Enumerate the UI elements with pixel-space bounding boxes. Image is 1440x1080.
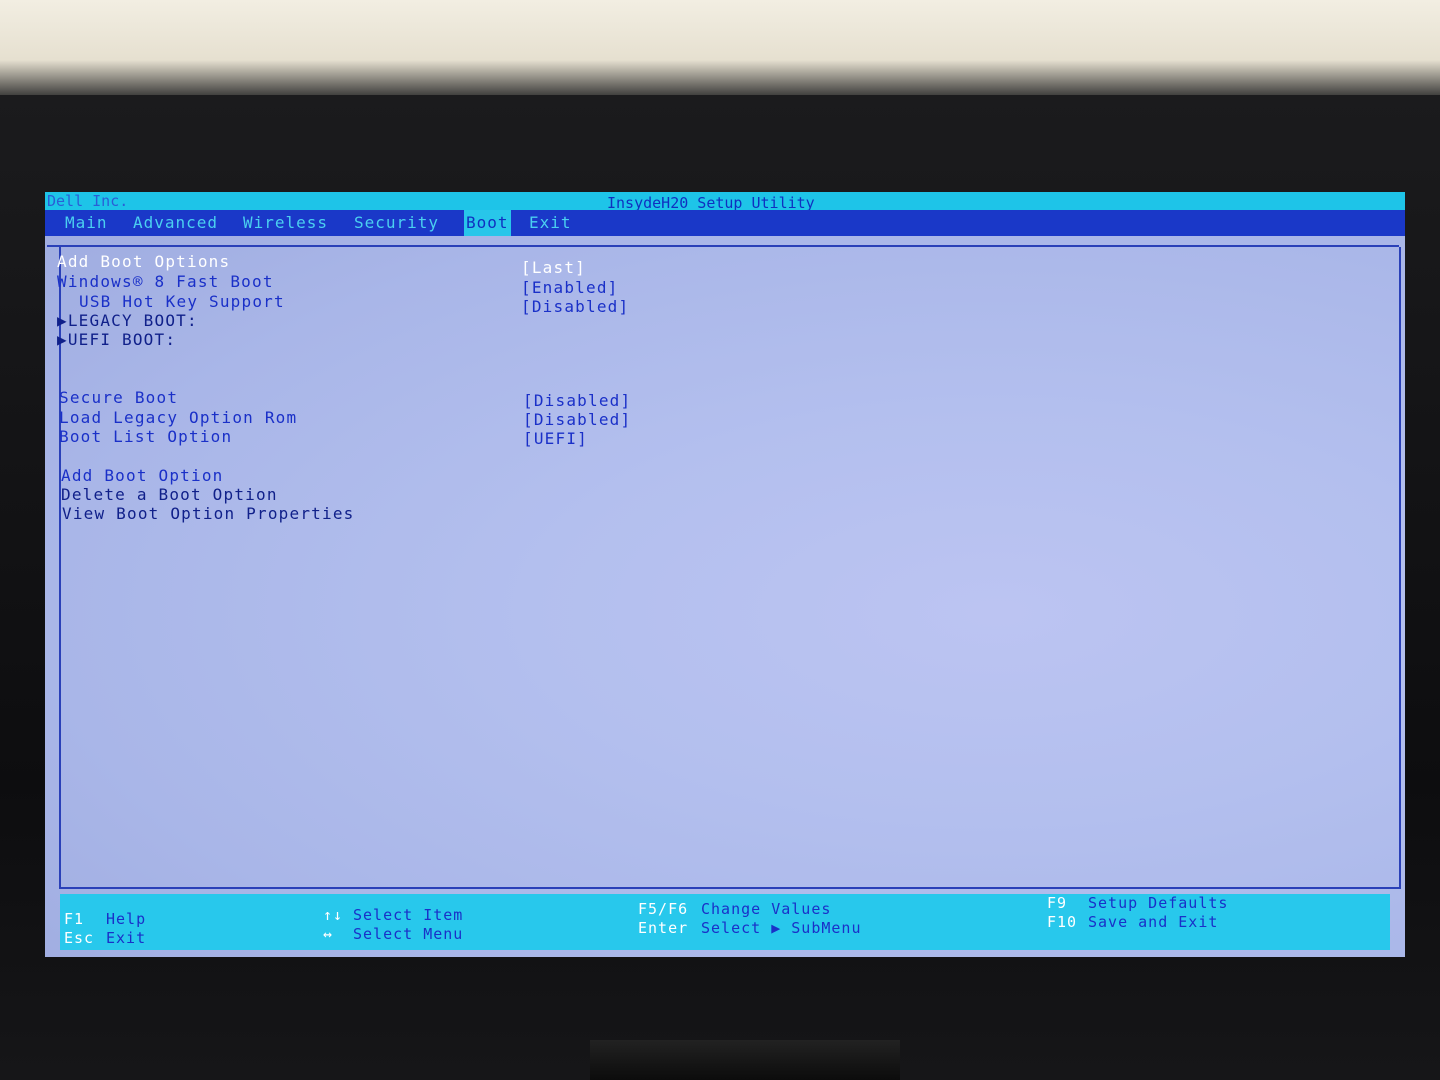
fast-boot-label[interactable]: Windows® 8 Fast Boot [57,272,274,292]
view-boot-option-item[interactable]: View Boot Option Properties [62,504,355,524]
laptop-hinge [590,1040,900,1080]
f1-desc: Help [106,910,147,928]
uefi-boot-submenu[interactable]: ▶UEFI BOOT: [57,330,176,350]
f9-desc: Setup Defaults [1088,894,1229,912]
legacy-rom-value[interactable]: [Disabled] [523,410,631,430]
bios-screen: Dell Inc. InsydeH20 Setup Utility Main A… [45,192,1405,957]
f10-desc: Save and Exit [1088,913,1219,931]
f10-key: F10 [1047,913,1078,931]
secure-boot-label[interactable]: Secure Boot [59,388,178,408]
title-bar: Dell Inc. InsydeH20 Setup Utility [45,192,1405,212]
help-footer: F1 Help Esc Exit ↑↓ Select Item ↔ Select… [60,894,1390,950]
legacy-rom-label[interactable]: Load Legacy Option Rom [59,408,297,428]
boot-list-label[interactable]: Boot List Option [59,427,232,447]
tab-exit[interactable]: Exit [529,210,572,236]
f5f6-key: F5/F6 [638,900,689,918]
enter-desc: Select ▶ SubMenu [701,919,862,937]
esc-key: Esc [64,929,95,947]
tab-main[interactable]: Main [65,210,108,236]
esc-desc: Exit [106,929,147,947]
f5f6-desc: Change Values [701,900,832,918]
legacy-boot-submenu[interactable]: ▶LEGACY BOOT: [57,311,198,331]
f1-key: F1 [64,910,85,928]
secure-boot-value[interactable]: [Disabled] [523,391,631,411]
boot-list-value[interactable]: [UEFI] [523,429,588,449]
usb-hotkey-label[interactable]: USB Hot Key Support [79,292,285,312]
content-frame [47,245,1401,889]
tab-security[interactable]: Security [354,210,439,236]
f9-key: F9 [1047,894,1068,912]
menu-bar: Main Advanced Wireless Security Boot Exi… [45,210,1405,236]
enter-key: Enter [638,919,689,937]
leftright-desc: Select Menu [353,925,464,943]
add-boot-options-label[interactable]: Add Boot Options [57,252,230,272]
tab-wireless[interactable]: Wireless [243,210,328,236]
usb-hotkey-value[interactable]: [Disabled] [521,297,629,317]
tab-advanced[interactable]: Advanced [133,210,218,236]
add-boot-options-value[interactable]: [Last] [521,258,586,278]
updown-arrow-icon: ↑↓ [323,906,344,924]
tab-boot[interactable]: Boot [464,210,511,236]
leftright-arrow-icon: ↔ [323,925,334,943]
vendor-label: Dell Inc. [47,192,129,210]
updown-desc: Select Item [353,906,464,924]
delete-boot-option-item[interactable]: Delete a Boot Option [61,485,278,505]
add-boot-option-item[interactable]: Add Boot Option [61,466,224,486]
fast-boot-value[interactable]: [Enabled] [521,278,619,298]
